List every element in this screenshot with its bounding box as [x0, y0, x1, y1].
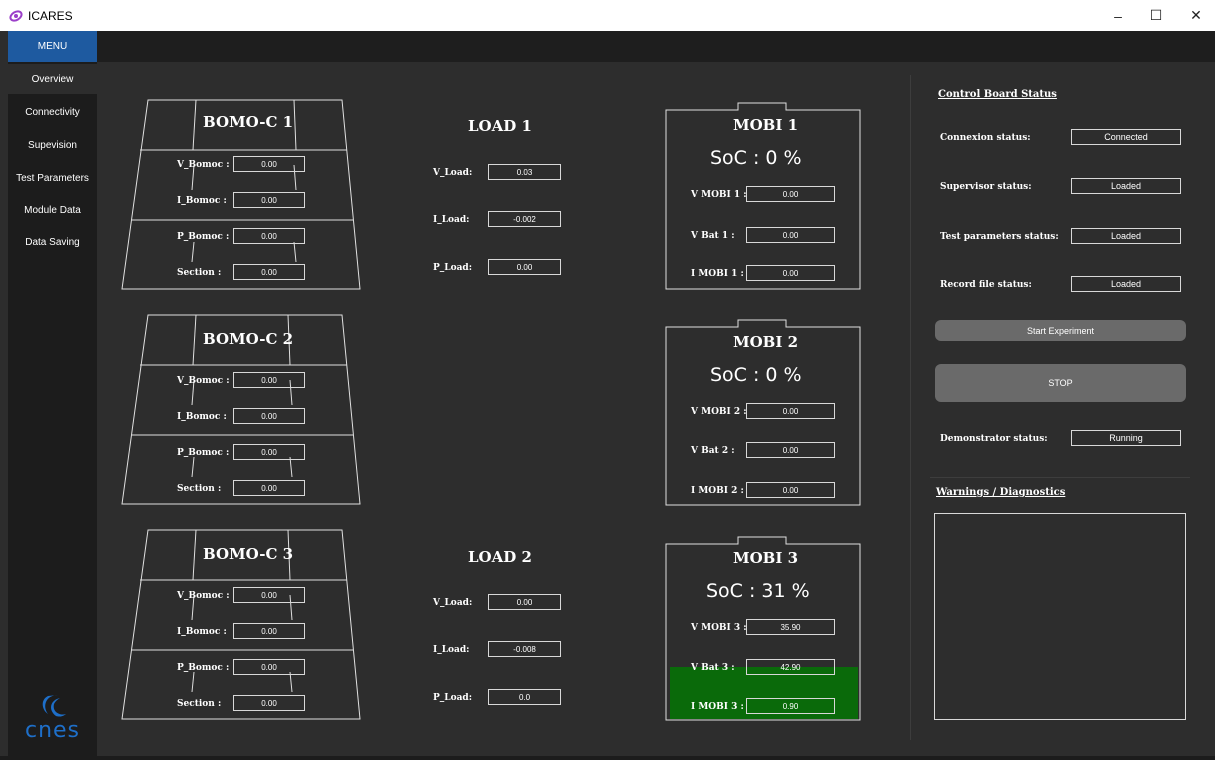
bottom-bar	[0, 756, 1215, 760]
horizontal-divider	[930, 477, 1190, 478]
mobi-2-imobi-label: I MOBI 2 :	[691, 486, 744, 496]
warnings-diagnostics-box	[934, 513, 1186, 720]
mobi-2-vbat-label: V Bat 2 :	[691, 446, 735, 456]
connexion-status-label: Connexion status:	[940, 133, 1031, 143]
warnings-heading: Warnings / Diagnostics	[936, 487, 1066, 498]
mobi-2-vmobi-label: V MOBI 2 :	[691, 407, 747, 417]
supervisor-status-label: Supervisor status:	[940, 182, 1032, 192]
mobi-3-title: MOBI 3	[733, 549, 799, 567]
mobi-1-vbat-field: 0.00	[746, 227, 835, 243]
mobi-1-vmobi-field: 0.00	[746, 186, 835, 202]
test-parameters-status-label: Test parameters status:	[940, 232, 1059, 242]
mobi-3-vmobi-field: 35.90	[746, 619, 835, 635]
stop-button[interactable]: STOP	[935, 364, 1186, 402]
mobi-1-title: MOBI 1	[733, 116, 799, 134]
mobi-2-title: MOBI 2	[733, 333, 799, 351]
connexion-status-field: Connected	[1071, 129, 1181, 145]
mobi-1-imobi-label: I MOBI 1 :	[691, 269, 744, 279]
record-file-status-field: Loaded	[1071, 276, 1181, 292]
mobi-3-soc: SoC : 31 %	[706, 580, 810, 602]
mobi-2-soc: SoC : 0 %	[710, 364, 802, 386]
mobi-1-soc: SoC : 0 %	[710, 147, 802, 169]
demonstrator-status-label: Demonstrator status:	[940, 434, 1048, 444]
supervisor-status-field: Loaded	[1071, 178, 1181, 194]
vertical-divider	[910, 75, 911, 740]
mobi-1-vmobi-label: V MOBI 1 :	[691, 190, 747, 200]
test-parameters-status-field: Loaded	[1071, 228, 1181, 244]
start-experiment-button[interactable]: Start Experiment	[935, 320, 1186, 341]
mobi-3-vbat-label: V Bat 3 :	[691, 663, 735, 673]
mobi-1-vbat-label: V Bat 1 :	[691, 231, 735, 241]
mobi-2-imobi-field: 0.00	[746, 482, 835, 498]
demonstrator-status-field: Running	[1071, 430, 1181, 446]
mobi-1-imobi-field: 0.00	[746, 265, 835, 281]
mobi-3-vmobi-label: V MOBI 3 :	[691, 623, 747, 633]
mobi-3-vbat-field: 42.90	[746, 659, 835, 675]
mobi-3-imobi-label: I MOBI 3 :	[691, 702, 744, 712]
mobi-3-imobi-field: 0.90	[746, 698, 835, 714]
mobi-2-vmobi-field: 0.00	[746, 403, 835, 419]
mobi-2-vbat-field: 0.00	[746, 442, 835, 458]
record-file-status-label: Record file status:	[940, 280, 1032, 290]
control-board-heading: Control Board Status	[938, 89, 1057, 100]
